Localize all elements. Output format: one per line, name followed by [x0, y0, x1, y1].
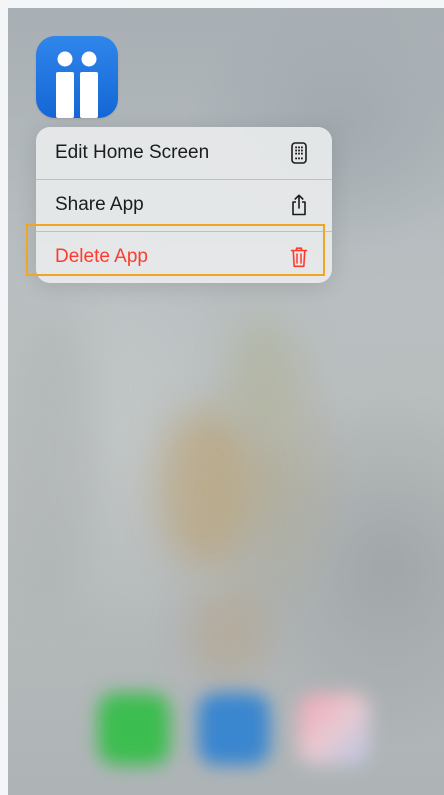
wallpaper-blob — [8, 308, 98, 608]
menu-item-label: Delete App — [55, 246, 148, 267]
phone-app-icon[interactable] — [98, 693, 170, 765]
share-app-menu-item[interactable]: Share App — [36, 179, 332, 231]
photos-app-icon[interactable] — [298, 693, 370, 765]
wallpaper-blob — [188, 588, 268, 678]
app-icon[interactable] — [36, 36, 118, 118]
delete-app-menu-item[interactable]: Delete App — [36, 231, 332, 283]
wallpaper-blob — [158, 408, 248, 568]
phone-grid-icon — [288, 142, 310, 164]
home-screen-blurred-background: Edit Home Screen Share App Delete App — [8, 8, 444, 795]
edit-home-screen-menu-item[interactable]: Edit Home Screen — [36, 127, 332, 179]
share-icon — [288, 194, 310, 216]
wallpaper-blob — [228, 308, 298, 428]
safari-app-icon[interactable] — [198, 693, 270, 765]
screenshot-frame: Edit Home Screen Share App Delete App — [0, 0, 444, 795]
app-logo-glyph — [56, 51, 98, 118]
menu-item-label: Edit Home Screen — [55, 142, 210, 163]
menu-item-label: Share App — [55, 194, 144, 215]
trash-icon — [288, 246, 310, 268]
app-context-menu: Edit Home Screen Share App Delete App — [36, 127, 332, 283]
